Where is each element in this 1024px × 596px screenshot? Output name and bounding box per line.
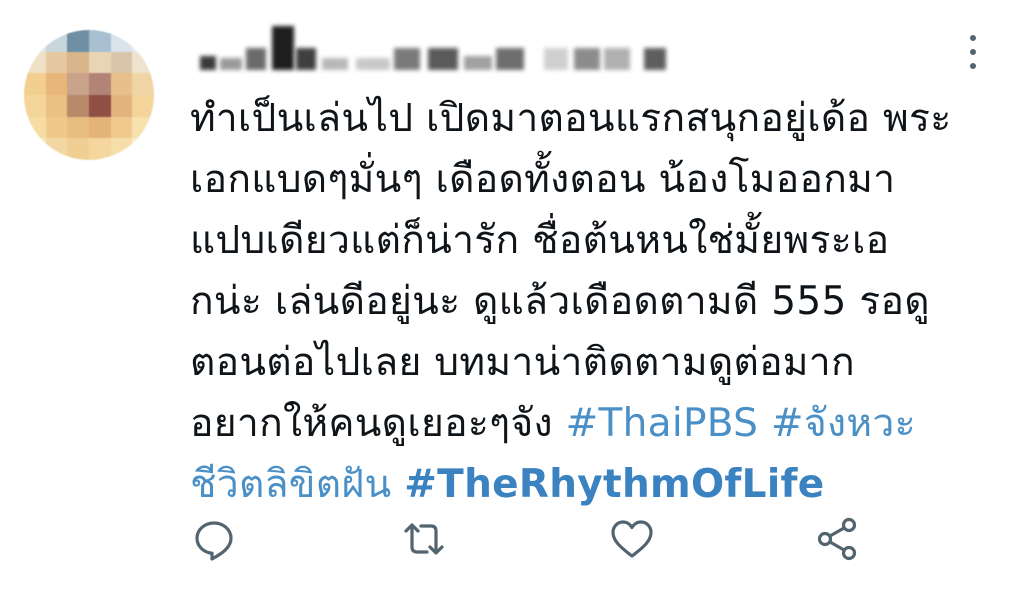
avatar-pixel: [45, 73, 68, 95]
avatar-pixel: [88, 73, 111, 95]
tweet-text-line: ทำเป็นเล่นไป เปิดมาตอนแรกสนุกอยู่เด้อ พร…: [190, 96, 952, 141]
avatar-pixel: [132, 51, 154, 74]
avatar-pixel: [24, 94, 46, 117]
redaction-block: [574, 48, 600, 70]
tweet-text-line: อยากให้คนดูเยอะๆจัง #ThaiPBS #จังหวะ: [190, 393, 1010, 454]
tweet-text: ทำเป็นเล่นไป เปิดมาตอนแรกสนุกอยู่เด้อ พร…: [190, 88, 1010, 515]
avatar-pixel: [132, 116, 154, 139]
hashtag-thaipbs-link[interactable]: #ThaiPBS: [566, 401, 759, 446]
avatar-pixel: [88, 30, 111, 52]
hashtag-thai-link[interactable]: #จังหวะ: [771, 401, 916, 446]
avatar-pixel: [132, 73, 154, 95]
avatar-pixel: [67, 94, 89, 117]
avatar-pixel: [67, 138, 89, 160]
hashtag-thai-link-continued[interactable]: ชีวิตลิขิตฝัน: [190, 462, 392, 507]
tweet-text-line: แปบเดียวแต่ก็น่ารัก ชื่อต้นหนใช่มั้ยพระเ…: [190, 218, 890, 263]
avatar-pixel: [45, 30, 68, 52]
avatar[interactable]: [24, 30, 154, 160]
tweet-card: ทำเป็นเล่นไป เปิดมาตอนแรกสนุกอยู่เด้อ พร…: [0, 0, 1024, 596]
avatar-pixel: [88, 51, 111, 74]
avatar-pixel: [110, 73, 133, 95]
avatar-pixel: [132, 30, 154, 52]
avatar-pixel: [132, 94, 154, 117]
avatar-pixel: [88, 138, 111, 160]
redaction-block: [272, 26, 294, 70]
redaction-block: [644, 48, 666, 70]
avatar-pixel: [24, 138, 46, 160]
username-redacted[interactable]: [196, 26, 696, 78]
reply-icon[interactable]: [190, 515, 238, 563]
avatar-pixel: [24, 116, 46, 139]
share-icon[interactable]: [814, 515, 862, 563]
heart-icon[interactable]: [608, 515, 656, 563]
redaction-block: [322, 58, 348, 70]
vertical-ellipsis-icon[interactable]: [958, 30, 988, 74]
hashtag-therhythmoflife-link[interactable]: #TheRhythmOfLife: [404, 462, 824, 507]
avatar-pixel: [67, 116, 89, 139]
avatar-pixel: [45, 116, 68, 139]
avatar-pixel: [24, 73, 46, 95]
retweet-icon[interactable]: [400, 515, 448, 563]
tweet-text-line: เอกแบดๆมั่นๆ เดือดทั้งตอน น้องโมออกมา: [190, 157, 896, 202]
avatar-pixel: [132, 138, 154, 160]
tweet-text-line: ชีวิตลิขิตฝัน #TheRhythmOfLife: [190, 454, 1010, 515]
tweet-text-fragment: อยากให้คนดูเยอะๆจัง: [190, 401, 566, 446]
avatar-pixel: [45, 138, 68, 160]
redaction-block: [356, 58, 390, 70]
avatar-pixel: [110, 30, 133, 52]
avatar-pixel: [88, 116, 111, 139]
avatar-pixel: [24, 51, 46, 74]
redaction-block: [296, 48, 316, 70]
redaction-block: [604, 48, 630, 70]
tweet-action-bar: [190, 515, 870, 571]
avatar-pixel: [67, 51, 89, 74]
avatar-pixel: [67, 73, 89, 95]
avatar-pixel: [110, 94, 133, 117]
avatar-pixel: [110, 116, 133, 139]
redaction-block: [220, 58, 242, 70]
redaction-block: [428, 48, 458, 70]
redaction-block: [200, 56, 216, 70]
redaction-block: [544, 48, 568, 70]
avatar-pixel: [88, 94, 111, 117]
redaction-block: [394, 48, 420, 70]
redaction-block: [246, 48, 266, 70]
tweet-text-line: ตอนต่อไปเลย บทมาน่าติดตามดูต่อมาก: [190, 340, 855, 385]
avatar-pixel: [110, 51, 133, 74]
avatar-pixel: [110, 138, 133, 160]
redaction-block: [496, 48, 524, 70]
redaction-block: [464, 56, 492, 70]
avatar-pixel: [24, 30, 46, 52]
avatar-pixel: [45, 51, 68, 74]
avatar-pixel: [67, 30, 89, 52]
tweet-text-line: กน่ะ เล่นดีอยู่นะ ดูแล้วเดือดตามดี 555 ร…: [190, 279, 930, 324]
avatar-pixel: [45, 94, 68, 117]
